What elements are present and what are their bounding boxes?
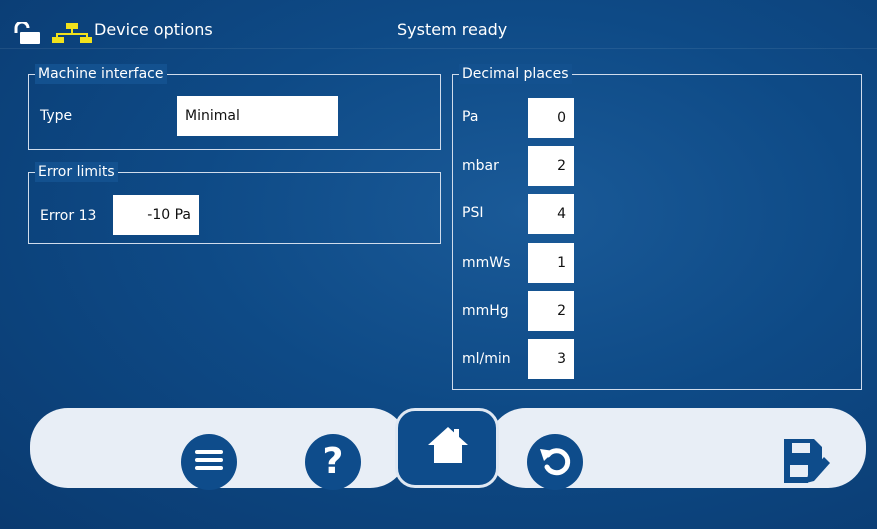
type-label: Type: [40, 108, 73, 124]
mlmin-field[interactable]: 3: [528, 339, 574, 379]
decimal-places-group: Decimal places: [452, 64, 862, 390]
page-title: Device options: [94, 20, 213, 39]
help-button[interactable]: ?: [305, 434, 361, 490]
top-bar: Device options System ready: [0, 0, 877, 58]
error-13-field[interactable]: -10 Pa: [113, 195, 199, 235]
menu-button[interactable]: [181, 434, 237, 490]
pa-label: Pa: [462, 109, 479, 125]
mbar-field[interactable]: 2: [528, 146, 574, 186]
group-title: Error limits: [35, 162, 118, 182]
status-text: System ready: [397, 20, 508, 39]
mmws-field[interactable]: 1: [528, 243, 574, 283]
psi-field[interactable]: 4: [528, 194, 574, 234]
psi-label: PSI: [462, 205, 484, 221]
group-title: Decimal places: [459, 64, 572, 84]
mmhg-field[interactable]: 2: [528, 291, 574, 331]
mmws-label: mmWs: [462, 255, 511, 271]
home-icon: [426, 425, 470, 469]
error-13-label: Error 13: [40, 208, 97, 224]
mlmin-label: ml/min: [462, 351, 511, 367]
undo-icon: [538, 443, 572, 481]
mmhg-label: mmHg: [462, 303, 509, 319]
help-icon: ?: [322, 441, 344, 482]
unlock-icon[interactable]: [12, 20, 42, 48]
pa-field[interactable]: 0: [528, 98, 574, 138]
save-edit-icon[interactable]: [780, 435, 832, 491]
divider: [0, 48, 877, 49]
mbar-label: mbar: [462, 158, 499, 174]
group-title: Machine interface: [35, 64, 167, 84]
type-field[interactable]: Minimal: [177, 96, 338, 136]
home-button[interactable]: [395, 408, 499, 488]
network-icon: [52, 22, 92, 48]
undo-button[interactable]: [527, 434, 583, 490]
menu-icon: [194, 448, 224, 476]
